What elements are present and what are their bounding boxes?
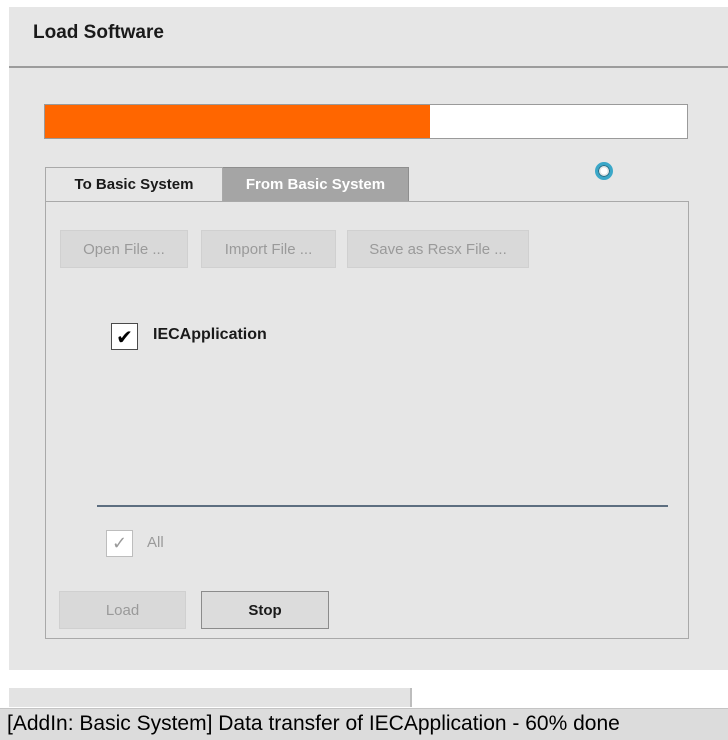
tab-to-basic-system[interactable]: To Basic System <box>45 167 223 201</box>
load-software-dialog: Load Software To Basic System From Basic… <box>9 7 728 670</box>
dialog-title: Load Software <box>33 22 164 43</box>
open-file-button[interactable]: Open File ... <box>60 230 188 268</box>
status-text: [AddIn: Basic System] Data transfer of I… <box>7 712 620 735</box>
load-label: Load <box>105 601 140 619</box>
dialog-header: Load Software <box>9 7 728 68</box>
background-window-edge <box>9 688 412 707</box>
save-resx-label: Save as Resx File ... <box>369 240 507 258</box>
import-file-button[interactable]: Import File ... <box>201 230 336 268</box>
tab-label: To Basic System <box>74 176 194 193</box>
tab-label: From Basic System <box>245 176 386 193</box>
check-icon: ✓ <box>111 532 128 554</box>
import-file-label: Import File ... <box>224 240 313 258</box>
select-all-label: All <box>147 534 164 551</box>
iecapplication-checkbox[interactable]: ✔ <box>111 323 138 350</box>
select-all-checkbox[interactable]: ✓ <box>106 530 133 557</box>
tab-from-basic-system[interactable]: From Basic System <box>223 167 409 201</box>
progress-bar <box>44 104 688 139</box>
loading-spinner-icon <box>595 162 613 180</box>
check-icon: ✔ <box>116 324 133 349</box>
iecapplication-label: IECApplication <box>153 326 267 343</box>
status-bar: [AddIn: Basic System] Data transfer of I… <box>0 708 728 740</box>
save-resx-button[interactable]: Save as Resx File ... <box>347 230 529 268</box>
tab-content: Open File ... Import File ... Save as Re… <box>45 201 689 639</box>
open-file-label: Open File ... <box>83 240 165 258</box>
load-button[interactable]: Load <box>59 591 186 629</box>
progress-fill <box>45 105 431 138</box>
stop-label: Stop <box>248 601 282 619</box>
divider <box>97 505 668 507</box>
stop-button[interactable]: Stop <box>201 591 329 629</box>
